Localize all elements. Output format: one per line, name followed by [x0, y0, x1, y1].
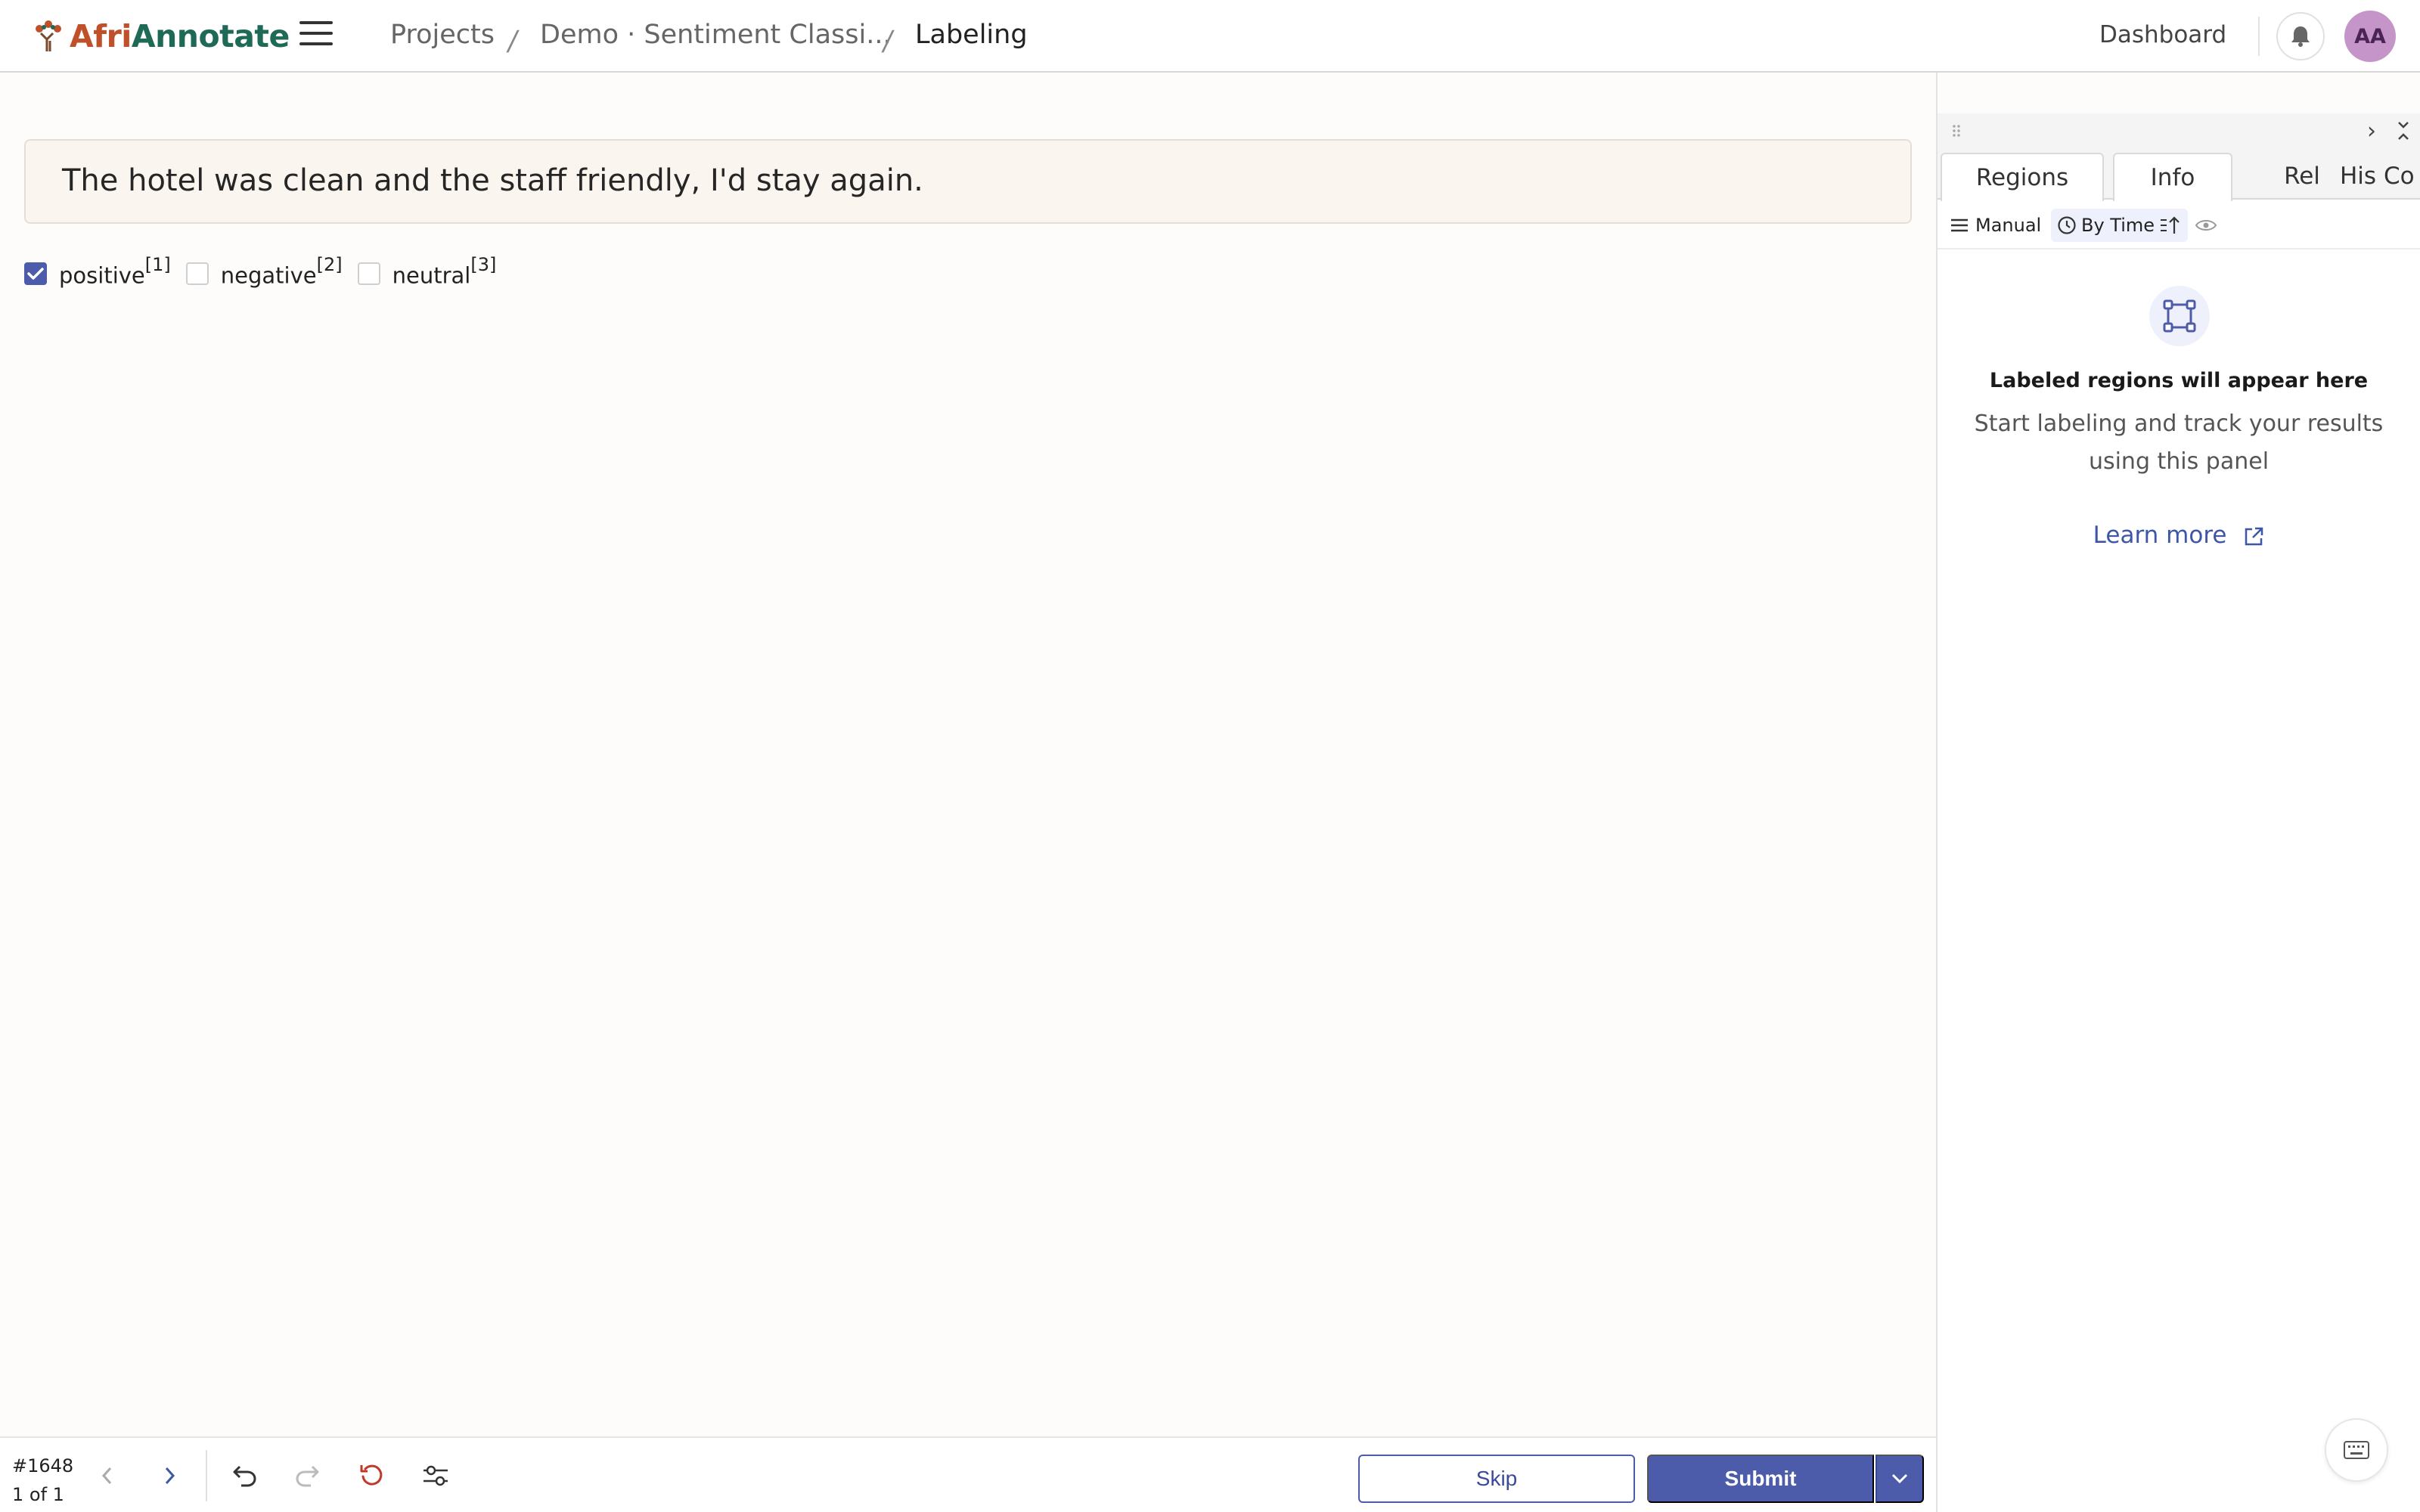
- redo-icon: [296, 1465, 319, 1487]
- list-icon: [1951, 218, 1968, 232]
- tab-regions[interactable]: Regions: [1941, 153, 2104, 201]
- tab-history[interactable]: His: [2334, 153, 2382, 200]
- task-info: #1648 1 of 1: [12, 1452, 73, 1509]
- reset-button[interactable]: [357, 1461, 387, 1491]
- tab-info[interactable]: Info: [2113, 153, 2232, 201]
- checkbox-positive[interactable]: [24, 262, 47, 285]
- undo-button[interactable]: [230, 1461, 260, 1491]
- breadcrumb-projects[interactable]: Projects: [390, 20, 495, 50]
- manual-sort-button[interactable]: Manual: [1950, 209, 2041, 242]
- skip-button[interactable]: Skip: [1358, 1455, 1635, 1503]
- sentiment-choices: positive[1] negative[2] neutral[3]: [24, 254, 511, 289]
- task-text: The hotel was clean and the staff friend…: [62, 163, 923, 198]
- task-id: #1648: [12, 1455, 74, 1476]
- clock-icon: [2058, 216, 2076, 234]
- bottom-toolbar: #1648 1 of 1 Skip Submit: [0, 1436, 1936, 1512]
- chevron-left-icon: [101, 1467, 112, 1485]
- menu-icon[interactable]: [299, 21, 333, 51]
- bell-icon: [2291, 26, 2310, 47]
- sliders-icon: [424, 1465, 448, 1486]
- breadcrumb-current: Labeling: [915, 20, 1028, 50]
- regions-side-panel: › Regions Info Rel His Co Manual By Time: [1938, 113, 2420, 1512]
- chevron-down-icon: [1891, 1473, 1908, 1484]
- empty-state-subtitle: Start labeling and track your results us…: [1974, 411, 2384, 475]
- checkbox-neutral[interactable]: [357, 262, 380, 285]
- checkbox-negative[interactable]: [185, 262, 209, 285]
- empty-state-title: Labeled regions will appear here: [1989, 369, 2369, 392]
- chevron-right-icon: [165, 1467, 175, 1485]
- check-icon: [27, 268, 44, 280]
- logo-text: AfriAnnotate: [70, 18, 290, 54]
- submit-options-button[interactable]: [1876, 1455, 1924, 1503]
- hotkey-label: [1]: [144, 254, 171, 275]
- empty-state-badge: [2149, 286, 2210, 346]
- drag-handle-icon[interactable]: [1951, 124, 1963, 141]
- choice-label: positive[1]: [59, 254, 171, 289]
- visibility-toggle[interactable]: [2195, 209, 2217, 242]
- user-avatar[interactable]: AA: [2344, 11, 2396, 62]
- breadcrumb-separator: /: [505, 26, 520, 57]
- task-text-card: The hotel was clean and the staff friend…: [24, 139, 1912, 224]
- choice-label: negative[2]: [220, 254, 343, 289]
- top-bar: AfriAnnotate Projects / Demo · Sentiment…: [0, 0, 2420, 73]
- learn-more-link[interactable]: Learn more: [1938, 522, 2420, 549]
- header-divider: [2258, 17, 2260, 56]
- app-logo[interactable]: AfriAnnotate: [30, 17, 290, 56]
- hotkey-label: [2]: [316, 254, 343, 275]
- next-task-button[interactable]: [154, 1461, 185, 1491]
- task-position: 1 of 1: [12, 1484, 64, 1505]
- eye-icon: [2195, 220, 2217, 231]
- reset-icon: [360, 1464, 383, 1486]
- hotkey-label: [3]: [470, 254, 497, 275]
- choice-negative[interactable]: negative[2]: [185, 254, 343, 289]
- keyboard-icon: [2344, 1441, 2369, 1459]
- toolbar-divider: [206, 1450, 207, 1501]
- undo-icon: [233, 1465, 256, 1487]
- tree-logo-icon: [36, 20, 61, 51]
- panel-divider-line: [1938, 248, 2420, 249]
- settings-button[interactable]: [420, 1461, 451, 1491]
- regions-toolbar: Manual By Time: [1938, 209, 2420, 242]
- tab-relations[interactable]: Rel: [2267, 153, 2337, 200]
- previous-task-button[interactable]: [92, 1461, 123, 1491]
- bounding-box-icon: [2163, 299, 2196, 333]
- notifications-button[interactable]: [2276, 12, 2325, 60]
- choice-label: neutral[3]: [392, 254, 497, 289]
- keyboard-shortcuts-button[interactable]: [2325, 1418, 2388, 1482]
- sort-by-time-button[interactable]: By Time: [2051, 209, 2189, 242]
- chevron-right-icon[interactable]: ›: [2367, 118, 2376, 144]
- choice-neutral[interactable]: neutral[3]: [357, 254, 497, 289]
- redo-button[interactable]: [292, 1461, 322, 1491]
- tab-comments[interactable]: Co: [2384, 153, 2420, 200]
- breadcrumb-project[interactable]: Demo · Sentiment Classi...: [540, 20, 892, 50]
- collapse-panel-icon[interactable]: [2394, 119, 2412, 142]
- external-link-icon: [2245, 527, 2263, 545]
- sort-ascending-icon: [2161, 216, 2180, 234]
- submit-button[interactable]: Submit: [1647, 1455, 1874, 1503]
- dashboard-link[interactable]: Dashboard: [2099, 21, 2226, 48]
- panel-header: ›: [1938, 113, 2420, 153]
- choice-positive[interactable]: positive[1]: [24, 254, 171, 289]
